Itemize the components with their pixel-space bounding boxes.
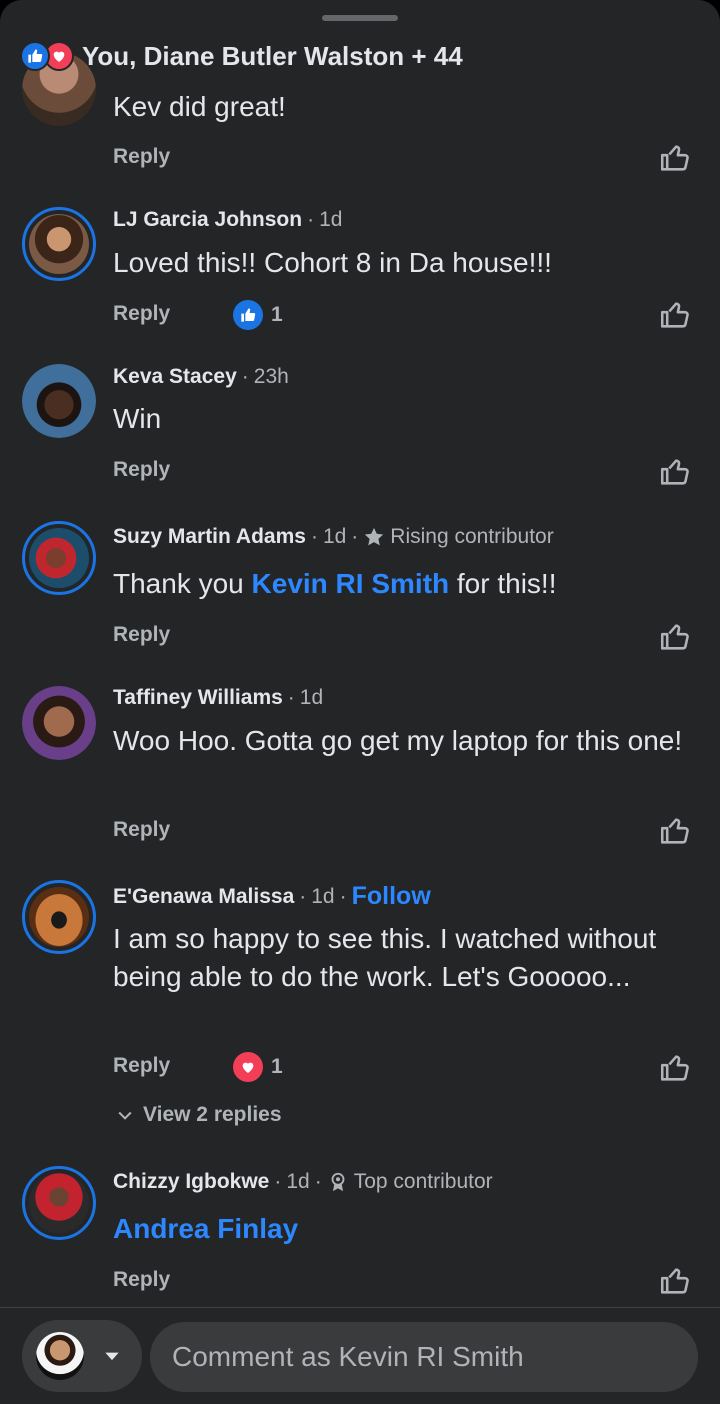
- avatar[interactable]: [22, 880, 96, 954]
- thumbs-up-icon[interactable]: [658, 1264, 692, 1298]
- separator-dot: ·: [241, 365, 249, 388]
- caret-down-icon: [105, 1352, 119, 1361]
- reply-button[interactable]: Reply: [113, 458, 170, 482]
- reply-button[interactable]: Reply: [113, 818, 170, 842]
- follow-button[interactable]: Follow: [352, 882, 431, 911]
- profile-switcher[interactable]: [22, 1320, 142, 1392]
- comment-text: Woo Hoo. Gotta go get my laptop for this…: [113, 725, 683, 756]
- commenter-name[interactable]: LJ Garcia Johnson: [113, 208, 302, 232]
- avatar[interactable]: [22, 207, 96, 281]
- separator-dot: ·: [339, 884, 347, 908]
- mention-link[interactable]: Andrea Finlay: [113, 1210, 693, 1248]
- thumbs-up-icon[interactable]: [658, 141, 692, 175]
- reaction-count: 1: [271, 1055, 283, 1078]
- comment-text: I am so happy to see this. I watched wit…: [113, 923, 657, 992]
- commenter-name[interactable]: Suzy Martin Adams: [113, 525, 306, 549]
- avatar: [36, 1332, 84, 1380]
- separator-dot: ·: [351, 525, 359, 548]
- comment-text-part: Thank you: [113, 568, 244, 599]
- reply-button[interactable]: Reply: [113, 1268, 170, 1292]
- reply-button[interactable]: Reply: [113, 145, 170, 169]
- mention-link[interactable]: Kevin RI Smith: [252, 568, 450, 599]
- commenter-name[interactable]: Keva Stacey: [113, 365, 237, 389]
- contributor-badge: Rising contributor: [390, 525, 554, 548]
- comment-text: Thank you Kevin RI Smith for this!!: [113, 565, 693, 603]
- drag-handle[interactable]: [322, 15, 398, 21]
- thumbs-up-icon[interactable]: [658, 298, 692, 332]
- view-replies-label: View 2 replies: [143, 1103, 282, 1126]
- separator-dot: ·: [287, 686, 295, 709]
- reactions-summary-text: You, Diane Butler Walston + 44: [82, 40, 463, 71]
- like-reaction-icon: [233, 300, 263, 330]
- comment-reactions[interactable]: 1: [233, 1052, 283, 1082]
- separator-dot: ·: [307, 208, 315, 231]
- comment-time[interactable]: 23h: [254, 365, 289, 389]
- like-reaction-icon: [20, 41, 50, 71]
- comments-sheet: You, Diane Butler Walston + 44 Kev did g…: [0, 0, 720, 1404]
- comment-text-part: for this!!: [456, 568, 557, 599]
- comment-reactions[interactable]: 1: [233, 300, 283, 330]
- thumbs-up-icon[interactable]: [658, 1051, 692, 1085]
- avatar[interactable]: [22, 686, 96, 760]
- comment-text: Loved this!! Cohort 8 in Da house!!!: [113, 247, 552, 278]
- reply-button[interactable]: Reply: [113, 1054, 170, 1078]
- avatar[interactable]: [22, 364, 96, 438]
- avatar[interactable]: [22, 521, 96, 595]
- comment-time[interactable]: 1d: [311, 885, 334, 909]
- commenter-name[interactable]: Chizzy Igbokwe: [113, 1170, 269, 1194]
- comment-text: Win: [113, 403, 162, 434]
- comment-time[interactable]: 1d: [286, 1170, 309, 1194]
- comment-time[interactable]: 1d: [323, 525, 346, 549]
- love-reaction-icon: [233, 1052, 263, 1082]
- thumbs-up-icon[interactable]: [658, 455, 692, 489]
- separator-dot: ·: [314, 1170, 322, 1193]
- comment-time[interactable]: 1d: [319, 208, 342, 232]
- separator-dot: ·: [310, 525, 318, 548]
- thumbs-up-icon[interactable]: [658, 814, 692, 848]
- avatar[interactable]: [22, 1166, 96, 1240]
- comment-text: Kev did great!: [113, 91, 286, 122]
- thumbs-up-icon[interactable]: [658, 620, 692, 654]
- view-replies-button[interactable]: View 2 replies: [115, 1103, 282, 1127]
- commenter-name[interactable]: E'Genawa Malissa: [113, 885, 294, 909]
- award-icon: [331, 1172, 345, 1192]
- reply-button[interactable]: Reply: [113, 302, 170, 326]
- reaction-count: 1: [271, 303, 283, 326]
- separator-dot: ·: [274, 1170, 282, 1193]
- chevron-down-icon: [118, 1111, 132, 1120]
- comment-input[interactable]: [150, 1322, 698, 1392]
- separator-dot: ·: [299, 884, 307, 908]
- comment-time[interactable]: 1d: [300, 686, 323, 710]
- reply-button[interactable]: Reply: [113, 623, 170, 647]
- contributor-badge: Top contributor: [353, 1170, 493, 1193]
- star-icon: [365, 527, 384, 546]
- commenter-name[interactable]: Taffiney Williams: [113, 686, 283, 710]
